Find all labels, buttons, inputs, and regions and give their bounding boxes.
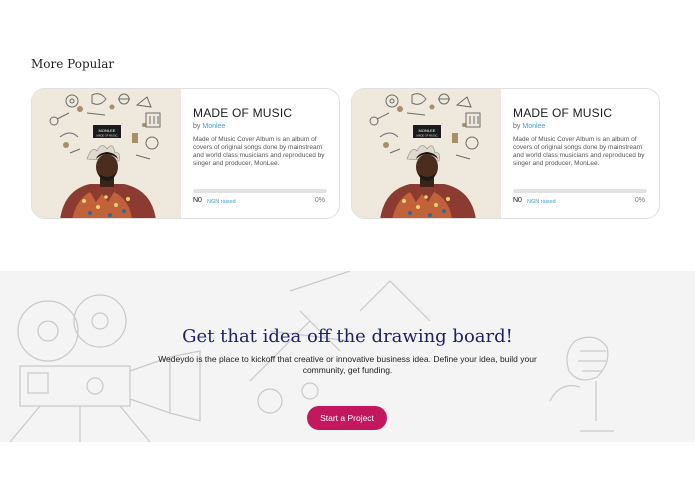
author-link[interactable]: Monlee: [522, 123, 545, 130]
raised-amount: N0: [193, 197, 202, 204]
project-title[interactable]: MADE OF MUSIC: [193, 106, 329, 120]
project-cover-image[interactable]: MONLEE MADE OF MUSIC: [32, 89, 181, 218]
raised-amount: N0: [513, 197, 522, 204]
card-body: MADE OF MUSIC by Monlee Made of Music Co…: [193, 106, 329, 168]
card-body: MADE OF MUSIC by Monlee Made of Music Co…: [513, 106, 649, 168]
project-byline: by Monlee: [193, 123, 329, 130]
by-label: by: [193, 123, 201, 130]
raised-label: NGN raised: [527, 199, 556, 205]
banner-heading: Get that idea off the drawing board!: [182, 326, 513, 347]
project-description: Made of Music Cover Album is an album of…: [513, 136, 645, 167]
project-description: Made of Music Cover Album is an album of…: [193, 136, 325, 167]
start-project-button[interactable]: Start a Project: [307, 406, 387, 430]
project-byline: by Monlee: [513, 123, 649, 130]
project-card[interactable]: MONLEE MADE OF MUSIC MADE OF MUSIC by Mo…: [31, 88, 340, 219]
cover-text-artist: MONLEE: [419, 128, 436, 133]
cover-text-artist: MONLEE: [99, 128, 116, 133]
project-title[interactable]: MADE OF MUSIC: [513, 106, 649, 120]
project-cover-image[interactable]: MONLEE MADE OF MUSIC: [352, 89, 501, 218]
author-link[interactable]: Monlee: [202, 123, 225, 130]
start-project-banner: Get that idea off the drawing board! Wed…: [0, 271, 695, 442]
album-cover-illustration: MONLEE MADE OF MUSIC: [32, 89, 181, 218]
funding-progress-bar: [193, 189, 327, 193]
by-label: by: [513, 123, 521, 130]
banner-description: Wedeydo is the place to kickoff that cre…: [158, 354, 537, 375]
raised-label: NGN raised: [207, 199, 236, 205]
funding-progress-bar: [513, 189, 647, 193]
cover-text-album: MADE OF MUSIC: [97, 134, 118, 138]
cover-text-album: MADE OF MUSIC: [417, 134, 438, 138]
project-card[interactable]: MONLEE MADE OF MUSIC MADE OF MUSIC by Mo…: [351, 88, 660, 219]
raised-percent: 0%: [634, 197, 645, 204]
raised-percent: 0%: [314, 197, 325, 204]
album-cover-illustration: MONLEE MADE OF MUSIC: [352, 89, 501, 218]
section-title: More Popular: [31, 57, 115, 71]
